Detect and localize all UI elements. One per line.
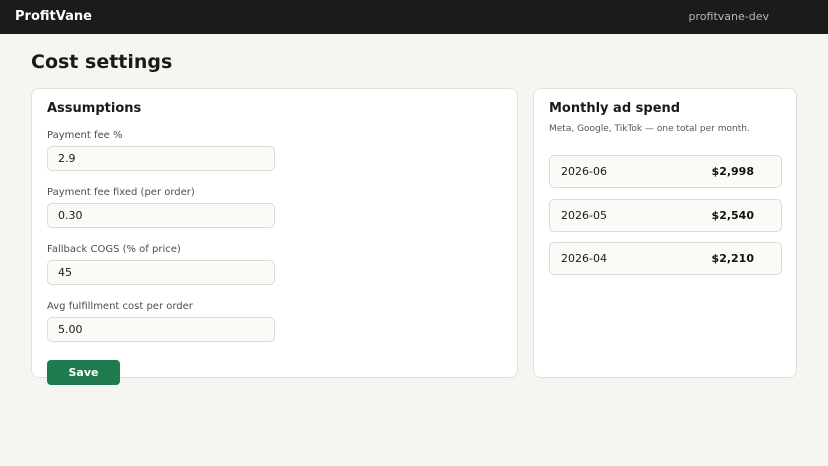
fulfillment-cost-input[interactable]: [47, 317, 275, 342]
fallback-cogs-label: Fallback COGS (% of price): [47, 244, 181, 255]
ad-spend-month: 2026-04: [561, 252, 607, 265]
ad-spend-card: Monthly ad spend Meta, Google, TikTok — …: [533, 88, 797, 378]
ad-spend-month: 2026-05: [561, 209, 607, 222]
ad-spend-subtitle: Meta, Google, TikTok — one total per mon…: [549, 124, 750, 134]
ad-spend-amount: $2,998: [711, 165, 754, 178]
payment-fee-percent-input[interactable]: [47, 146, 275, 171]
ad-spend-row[interactable]: 2026-05 $2,540: [549, 199, 782, 232]
payment-fee-percent-label: Payment fee %: [47, 130, 123, 141]
payment-fee-fixed-input[interactable]: [47, 203, 275, 228]
ad-spend-row[interactable]: 2026-04 $2,210: [549, 242, 782, 275]
fulfillment-cost-label: Avg fulfillment cost per order: [47, 301, 193, 312]
top-bar: ProfitVane profitvane-dev: [0, 0, 828, 34]
ad-spend-row[interactable]: 2026-06 $2,998: [549, 155, 782, 188]
workspace-name[interactable]: profitvane-dev: [689, 10, 769, 23]
ad-spend-month: 2026-06: [561, 165, 607, 178]
ad-spend-title: Monthly ad spend: [549, 101, 681, 116]
save-button[interactable]: Save: [47, 360, 120, 385]
brand-logo[interactable]: ProfitVane: [15, 9, 92, 24]
page-title: Cost settings: [31, 51, 173, 73]
payment-fee-fixed-label: Payment fee fixed (per order): [47, 187, 195, 198]
assumptions-title: Assumptions: [47, 101, 142, 116]
ad-spend-amount: $2,210: [711, 252, 754, 265]
fallback-cogs-input[interactable]: [47, 260, 275, 285]
assumptions-card: Assumptions Payment fee % Payment fee fi…: [31, 88, 518, 385]
ad-spend-amount: $2,540: [711, 209, 754, 222]
